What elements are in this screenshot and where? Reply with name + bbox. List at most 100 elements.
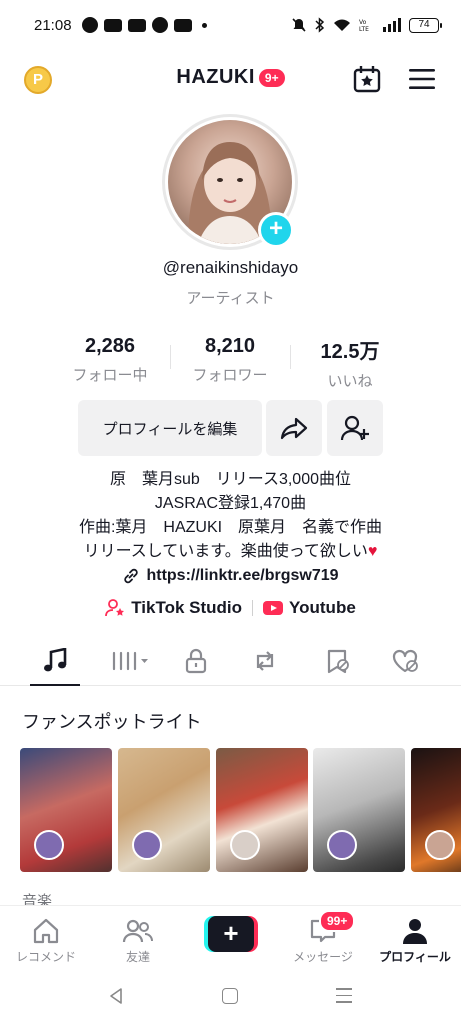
- youtube-chip[interactable]: Youtube: [263, 598, 356, 618]
- stat-value: 12.5万: [320, 341, 380, 363]
- bio-line-wrap: リリースしています。楽曲使って欲しい♥: [20, 540, 441, 564]
- stat-likes[interactable]: 12.5万 いいね: [290, 335, 410, 391]
- username: @renaikinshidayo: [162, 258, 299, 277]
- stat-value: 2,286: [84, 335, 136, 357]
- fan-avatar: [230, 830, 260, 860]
- svg-text:LTE: LTE: [359, 26, 369, 32]
- add-user-icon: [340, 415, 369, 441]
- menu-icon[interactable]: [408, 68, 436, 90]
- fan-spotlight-carousel[interactable]: [20, 748, 461, 872]
- bluetooth-icon: [315, 17, 325, 33]
- nav-inbox[interactable]: 99+ メッセージ: [277, 910, 369, 965]
- spotlight-video[interactable]: [411, 748, 461, 872]
- active-tab-indicator: [30, 684, 80, 686]
- spotlight-video[interactable]: [216, 748, 308, 872]
- nav-label: レコメンド: [15, 950, 76, 964]
- add-story-button[interactable]: +: [258, 212, 294, 248]
- tab-favorites[interactable]: [318, 644, 358, 678]
- share-icon: [280, 417, 308, 440]
- profile-chips: TikTok Studio Youtube: [0, 598, 461, 618]
- stat-label: フォロー中: [72, 367, 148, 384]
- bio-line: JASRAC登録1,470曲: [154, 495, 307, 512]
- friends-icon: [122, 919, 153, 943]
- spotlight-video[interactable]: [118, 748, 210, 872]
- favorites-icon: [327, 649, 349, 674]
- more-notifications-icon: [201, 22, 207, 28]
- edit-profile-button[interactable]: プロフィールを編集: [78, 400, 262, 456]
- share-profile-button[interactable]: [266, 400, 322, 456]
- spotlight-video[interactable]: [20, 748, 112, 872]
- bio-line: リリースしています。楽曲使って欲しい: [83, 543, 368, 560]
- chip-label: Youtube: [289, 598, 356, 617]
- system-nav-bar: [0, 977, 461, 1024]
- music-icon: [44, 648, 67, 672]
- link-text[interactable]: https://linktr.ee/brgsw719: [146, 567, 338, 585]
- studio-icon: [105, 599, 125, 617]
- nav-profile[interactable]: プロフィール: [369, 916, 461, 965]
- back-icon[interactable]: [108, 987, 124, 1005]
- nav-label: プロフィール: [379, 950, 451, 964]
- spotlight-video[interactable]: [313, 748, 405, 872]
- profile-stats: 2,286 フォロー中 8,210 フォロワー 12.5万 いいね: [50, 335, 410, 391]
- tab-private[interactable]: [176, 644, 216, 678]
- fan-avatar: [327, 830, 357, 860]
- bio-line: 原 葉月sub リリース3,000曲位: [109, 471, 352, 488]
- tab-liked[interactable]: [386, 644, 426, 678]
- capcut-icon: [173, 18, 192, 32]
- nav-home[interactable]: レコメンド: [0, 916, 92, 965]
- message-badge: 99+: [319, 910, 356, 932]
- playlist-icon: [112, 651, 148, 671]
- nav-label: メッセージ: [293, 950, 353, 964]
- calendar-star-icon[interactable]: [352, 64, 382, 94]
- fan-avatar: [34, 830, 64, 860]
- liked-icon: [392, 649, 418, 673]
- status-bar: 21:08 Vo LTE 74: [0, 0, 461, 50]
- nav-label: 友達: [125, 950, 150, 964]
- notification-icons: [81, 17, 207, 33]
- chip-label: TikTok Studio: [131, 598, 243, 617]
- home-button-icon[interactable]: [222, 988, 238, 1004]
- tab-reposts[interactable]: [245, 644, 285, 678]
- bio-line: 作曲:葉月 HAZUKI 原葉月 名義で作曲: [78, 519, 383, 536]
- volte-icon: VoLTE: [359, 19, 369, 32]
- profile-bio: 原 葉月sub リリース3,000曲位 JASRAC登録1,470曲 作曲:葉月…: [20, 468, 441, 564]
- home-icon: [33, 918, 59, 944]
- profile-header: P HAZUKI 9+: [0, 50, 461, 110]
- stat-following[interactable]: 2,286 フォロー中: [50, 335, 170, 391]
- tiktok-studio-chip[interactable]: TikTok Studio: [105, 598, 242, 618]
- profile-icon: [403, 919, 427, 944]
- link-icon: [124, 568, 139, 584]
- content-tabs: [0, 634, 461, 686]
- add-friend-button[interactable]: [327, 400, 383, 456]
- profile-link[interactable]: https://linktr.ee/brgsw719: [0, 567, 461, 585]
- account-badge: 9+: [258, 68, 285, 87]
- fan-avatar: [132, 830, 162, 860]
- youtube-icon: [263, 601, 284, 615]
- account-name[interactable]: HAZUKI: [176, 66, 255, 89]
- recents-icon[interactable]: [336, 988, 352, 1008]
- tab-music[interactable]: [35, 644, 75, 678]
- repost-icon: [256, 651, 274, 671]
- youtube-notification-icon: [127, 18, 146, 32]
- create-button[interactable]: +: [204, 916, 258, 952]
- mute-icon: [292, 18, 306, 32]
- clock: 21:08: [34, 16, 72, 34]
- stat-label: いいね: [327, 373, 373, 390]
- stat-followers[interactable]: 8,210 フォロワー: [170, 335, 290, 391]
- account-category: アーティスト: [186, 290, 275, 307]
- tab-playlists[interactable]: [108, 644, 152, 678]
- heart-icon: ♥: [367, 543, 378, 560]
- fan-avatar: [425, 830, 455, 860]
- system-icons: Vo LTE 74: [291, 17, 442, 33]
- account-switcher[interactable]: HAZUKI 9+: [0, 66, 461, 89]
- stat-value: 8,210: [204, 335, 256, 357]
- chip-divider: [252, 600, 254, 616]
- wifi-icon: [334, 19, 350, 31]
- svg-text:Vo: Vo: [359, 19, 367, 26]
- lock-icon: [185, 648, 207, 674]
- plus-icon: +: [208, 916, 254, 952]
- bottom-nav: レコメンド 友達 + 99+ メッセージ プロフィール: [0, 905, 461, 977]
- nav-friends[interactable]: 友達: [92, 916, 184, 965]
- signal-icon: [383, 18, 401, 32]
- pokemon-icon: [151, 17, 168, 33]
